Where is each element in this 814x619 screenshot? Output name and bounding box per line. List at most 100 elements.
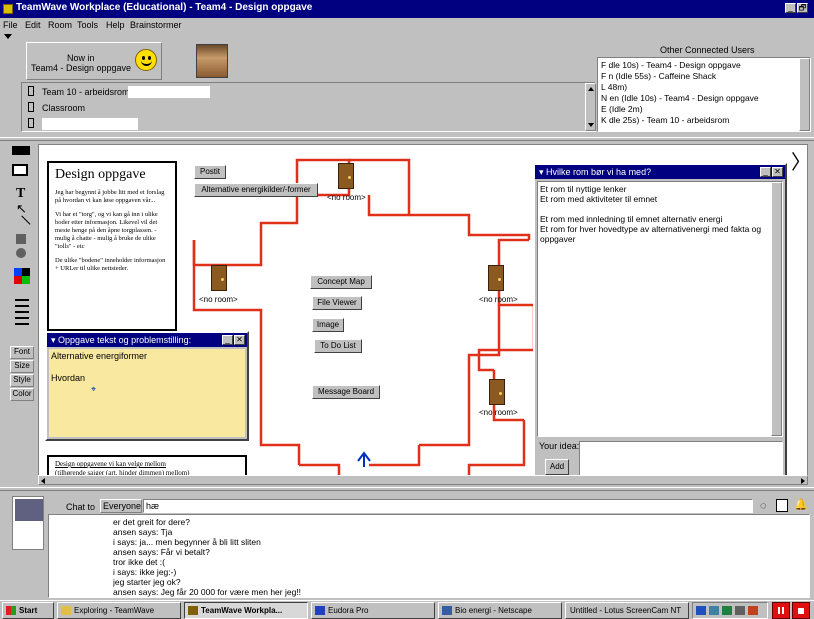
hvilke-scrollbar[interactable]: [771, 182, 782, 436]
postit-button[interactable]: Postit: [194, 165, 226, 179]
chat-input[interactable]: hæ: [143, 499, 753, 513]
hvilke-text[interactable]: Et rom til nyttige lenker Et rom med akt…: [537, 181, 783, 437]
user-row[interactable]: F dle 10s) - Team4 - Design oppgave: [601, 60, 799, 71]
file-viewer-button[interactable]: File Viewer: [312, 296, 362, 310]
close-icon[interactable]: ✕: [234, 335, 245, 345]
doc-title: Design oppgave: [55, 167, 146, 182]
document-note[interactable]: Design oppgave Jeg har begynnt å jobbe l…: [47, 161, 177, 331]
oppgave-titlebar[interactable]: ▾ Oppgave tekst og problemstilling:: [47, 333, 247, 347]
menu-brainstormer[interactable]: Brainstormer: [130, 20, 182, 30]
chat-target-button[interactable]: Everyone: [100, 499, 142, 513]
dropdown-icon[interactable]: ▾: [51, 335, 56, 345]
folder-icon: [61, 606, 71, 615]
door-icon[interactable]: [211, 265, 227, 291]
task-netscape[interactable]: Bio energi - Netscape: [438, 602, 562, 619]
message-board-button[interactable]: Message Board: [312, 385, 380, 399]
user-row[interactable]: F n (Idle 55s) - Caffeine Shack: [601, 71, 799, 82]
user-row[interactable]: E (Idle 2m): [601, 104, 799, 115]
dropdown-icon[interactable]: ▾: [539, 167, 544, 177]
task-screencam[interactable]: Untitled - Lotus ScreenCam NT: [565, 602, 689, 619]
chat-icon[interactable]: ◌: [760, 500, 767, 512]
menu-room[interactable]: Room: [48, 20, 72, 30]
pause-button[interactable]: [772, 602, 790, 619]
color-palette-icon[interactable]: [14, 268, 30, 284]
user-photo: [196, 44, 228, 78]
add-button[interactable]: Add: [545, 459, 569, 475]
alternative-energy-button[interactable]: Alternative energikilder/-former: [194, 183, 318, 197]
style-button[interactable]: Style: [10, 374, 34, 387]
minimize-icon[interactable]: _: [760, 167, 771, 177]
to-do-list-button[interactable]: To Do List: [314, 339, 362, 353]
tray-icon[interactable]: [748, 606, 758, 615]
tool-rect-icon[interactable]: [16, 234, 26, 244]
minimize-icon[interactable]: _: [222, 335, 233, 345]
font-button[interactable]: Font: [10, 346, 34, 359]
hvilke-window[interactable]: ▾ Hvilke rom bør vi ha med? _ ✕ Et rom t…: [533, 163, 787, 483]
minimize-button[interactable]: _: [785, 3, 796, 13]
room-item-classroom[interactable]: Classroom: [42, 103, 85, 113]
tray-icon[interactable]: [709, 606, 719, 615]
netscape-icon: [442, 606, 452, 615]
teamwave-icon: [188, 606, 198, 615]
chat-message: i says: ja... men begynner å bli litt sl…: [113, 537, 261, 547]
room-item-team10[interactable]: Team 10 - arbeidsrom: [42, 87, 130, 97]
board-hscrollbar[interactable]: [38, 475, 808, 485]
stop-button[interactable]: [792, 602, 810, 619]
taskbar: Start Exploring - TeamWave TeamWave Work…: [0, 600, 814, 619]
tool-palette: T ↖ Font Size Style Color: [10, 144, 36, 484]
line-width-icon[interactable]: [15, 299, 29, 329]
windows-logo-icon: [6, 606, 16, 615]
menu-file[interactable]: File: [3, 20, 18, 30]
color-button[interactable]: Color: [10, 388, 34, 401]
room-scrollbar[interactable]: [585, 83, 596, 131]
tray-icon[interactable]: [735, 606, 745, 615]
door-icon: [28, 86, 34, 96]
menu-tools[interactable]: Tools: [77, 20, 98, 30]
users-scrollbar[interactable]: [799, 58, 810, 131]
bell-icon[interactable]: 🔔: [794, 498, 808, 511]
room-item-blank[interactable]: [42, 118, 138, 130]
close-icon[interactable]: ✕: [772, 167, 783, 177]
tool-window-icon[interactable]: [12, 164, 28, 176]
collapse-arrow-icon[interactable]: [4, 34, 12, 39]
door-icon: [28, 118, 34, 128]
hvilke-title: Hvilke rom bør vi ha med?: [546, 167, 652, 177]
task-teamwave[interactable]: TeamWave Workpla...: [184, 602, 308, 619]
tray-icon[interactable]: [722, 606, 732, 615]
chevron-right-icon[interactable]: 〉: [791, 153, 807, 173]
door-icon[interactable]: [488, 265, 504, 291]
users-list: F dle 10s) - Team4 - Design oppgave F n …: [597, 57, 811, 132]
restore-button[interactable]: 🗗: [797, 3, 808, 13]
tool-pen-icon[interactable]: [12, 146, 30, 155]
save-icon[interactable]: [776, 499, 788, 512]
user-row[interactable]: N en (Idle 10s) - Team4 - Design oppgave: [601, 93, 799, 104]
window-title: TeamWave Workplace (Educational) - Team4…: [16, 2, 313, 13]
tool-line-icon[interactable]: [13, 215, 31, 233]
tool-text-icon[interactable]: T: [16, 186, 25, 202]
tool-ellipse-icon[interactable]: [16, 248, 26, 258]
tray-icon[interactable]: [696, 606, 706, 615]
doc-paragraph: De ulike "bodene" inneholder informasjon…: [55, 257, 166, 272]
concept-map-button[interactable]: Concept Map: [310, 275, 372, 289]
idea-input[interactable]: [579, 441, 783, 479]
user-row[interactable]: L 48m): [601, 82, 799, 93]
no-room-label: <no room>: [479, 408, 518, 417]
oppgave-window[interactable]: ▾ Oppgave tekst og problemstilling: _ ✕ …: [45, 331, 249, 441]
current-room-label: Team4 - Design oppgave: [31, 63, 132, 73]
no-room-label: <no room>: [479, 295, 518, 304]
menu-edit[interactable]: Edit: [25, 20, 41, 30]
menu-help[interactable]: Help: [106, 20, 125, 30]
door-icon[interactable]: [338, 163, 354, 189]
task-eudora[interactable]: Eudora Pro: [311, 602, 435, 619]
size-button[interactable]: Size: [10, 360, 34, 373]
oppgave-text[interactable]: Alternative energiformer Hvordan ⌖: [49, 349, 245, 437]
hvilke-titlebar[interactable]: ▾ Hvilke rom bør vi ha med?: [535, 165, 785, 179]
chat-log: er det greit for dere? ansen says: Tja i…: [48, 514, 810, 598]
user-row[interactable]: K dle 25s) - Team 10 - arbeidsrom: [601, 115, 799, 126]
whiteboard[interactable]: Design oppgave Jeg har begynnt å jobbe l…: [38, 144, 808, 484]
start-button[interactable]: Start: [2, 602, 54, 619]
image-button[interactable]: Image: [312, 318, 344, 332]
door-icon[interactable]: [489, 379, 505, 405]
now-in-label: Now in: [67, 53, 95, 63]
task-exploring[interactable]: Exploring - TeamWave: [57, 602, 181, 619]
